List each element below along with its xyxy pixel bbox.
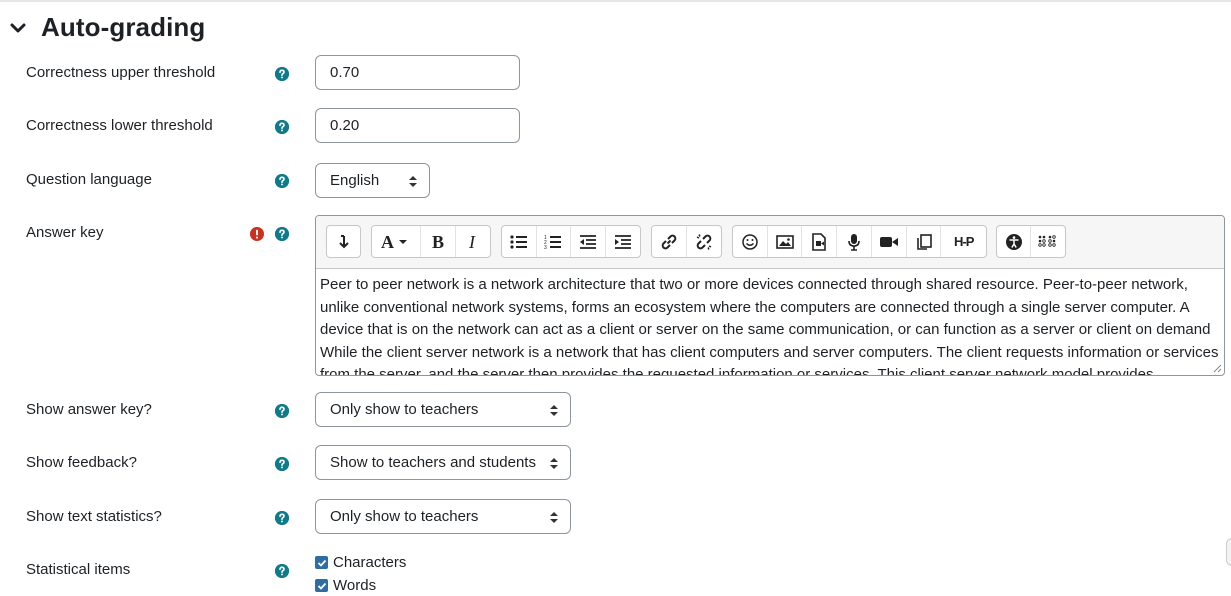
help-icon[interactable] (275, 174, 289, 188)
words-checkbox[interactable] (315, 579, 328, 592)
words-label: Words (333, 577, 377, 594)
italic-icon[interactable]: I (456, 226, 490, 257)
characters-checkbox-row[interactable]: Characters (315, 554, 406, 571)
h5p-label: H-P (954, 234, 974, 249)
lower-threshold-label: Correctness lower threshold (26, 117, 213, 134)
help-icon[interactable] (275, 67, 289, 81)
svg-text:I: I (468, 233, 476, 251)
help-icon[interactable] (275, 227, 289, 241)
toolbar-group: A B I (371, 225, 491, 258)
show-feedback-label: Show feedback? (26, 454, 137, 471)
outdent-icon[interactable] (571, 226, 606, 257)
upper-threshold-label: Correctness upper threshold (26, 64, 216, 81)
answer-key-editor[interactable]: A B I 123 H-P Peer to peer network is a … (315, 215, 1225, 376)
show-answer-key-value: Only show to teachers (330, 401, 479, 418)
collapse-icon[interactable] (327, 226, 360, 257)
svg-text:B: B (432, 233, 444, 251)
help-icon[interactable] (275, 404, 289, 418)
words-checkbox-row[interactable]: Words (315, 577, 376, 594)
show-answer-key-select[interactable]: Only show to teachers (315, 392, 571, 427)
show-answer-key-label: Show answer key? (26, 401, 152, 418)
accessibility-checker-icon[interactable] (997, 226, 1032, 257)
section-header[interactable]: Auto-grading (8, 12, 205, 43)
media-icon[interactable] (802, 226, 838, 257)
select-arrows-icon (550, 458, 558, 469)
emoji-icon[interactable] (733, 226, 768, 257)
image-icon[interactable] (768, 226, 803, 257)
help-icon[interactable] (275, 511, 289, 525)
characters-checkbox[interactable] (315, 556, 328, 569)
select-arrows-icon (409, 176, 417, 187)
font-icon[interactable]: A (372, 226, 422, 257)
toolbar-group (996, 225, 1066, 258)
help-icon[interactable] (275, 564, 289, 578)
floating-scroll-button[interactable] (1226, 538, 1231, 566)
help-icon[interactable] (275, 457, 289, 471)
svg-text:3: 3 (544, 245, 547, 250)
section-title: Auto-grading (41, 12, 206, 42)
record-video-icon[interactable] (872, 226, 907, 257)
show-text-statistics-select[interactable]: Only show to teachers (315, 499, 571, 534)
toolbar-group: 123 (501, 225, 641, 258)
select-arrows-icon (550, 512, 558, 523)
unlink-icon[interactable] (687, 226, 722, 257)
ordered-list-icon[interactable]: 123 (537, 226, 571, 257)
h5p-icon[interactable]: H-P (941, 226, 986, 257)
question-language-value: English (330, 172, 380, 189)
show-feedback-value: Show to teachers and students (330, 454, 536, 471)
toolbar-group (326, 225, 361, 258)
unordered-list-icon[interactable] (502, 226, 537, 257)
lower-threshold-value: 0.20 (330, 117, 360, 134)
select-arrows-icon (550, 405, 558, 416)
bold-icon[interactable]: B (421, 226, 456, 257)
resize-handle-icon[interactable] (1213, 364, 1222, 373)
record-audio-icon[interactable] (837, 226, 872, 257)
svg-text:A: A (381, 233, 394, 251)
question-language-label: Question language (26, 171, 152, 188)
top-divider (0, 0, 1231, 2)
upper-threshold-value: 0.70 (330, 64, 360, 81)
checkmark-icon (317, 559, 326, 567)
upper-threshold-input[interactable]: 0.70 (315, 55, 520, 90)
answer-key-textarea[interactable]: Peer to peer network is a network archit… (316, 269, 1224, 375)
required-icon (250, 227, 264, 241)
chevron-down-icon[interactable] (8, 18, 28, 38)
show-feedback-select[interactable]: Show to teachers and students (315, 445, 571, 480)
show-text-statistics-value: Only show to teachers (330, 508, 479, 525)
help-icon[interactable] (275, 120, 289, 134)
link-icon[interactable] (652, 226, 687, 257)
lower-threshold-input[interactable]: 0.20 (315, 108, 520, 143)
checkmark-icon (317, 582, 326, 590)
toolbar-group: H-P (732, 225, 987, 258)
question-language-select[interactable]: English (315, 163, 430, 198)
statistical-items-label: Statistical items (26, 561, 131, 578)
answer-key-label: Answer key (26, 224, 104, 241)
characters-label: Characters (333, 554, 407, 571)
show-text-statistics-label: Show text statistics? (26, 508, 162, 525)
manage-files-icon[interactable] (907, 226, 942, 257)
editor-toolbar: A B I 123 H-P (316, 216, 1224, 269)
indent-icon[interactable] (606, 226, 640, 257)
screenreader-helper-icon[interactable] (1031, 226, 1065, 257)
toolbar-group (651, 225, 722, 258)
